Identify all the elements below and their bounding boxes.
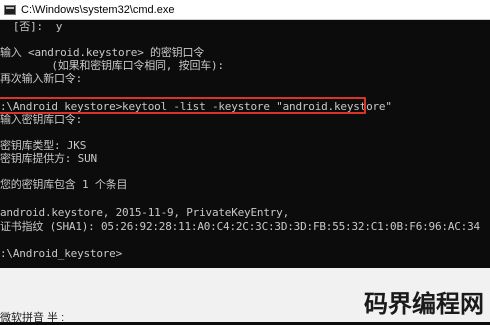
console-line: 密钥库提供方: SUN xyxy=(0,152,97,165)
window-titlebar[interactable]: C:\Windows\system32\cmd.exe xyxy=(0,0,490,20)
console-line: 输入 <android.keystore> 的密钥口令 xyxy=(0,46,205,59)
ime-status-text: 微软拼音 半 : xyxy=(0,312,65,324)
console-prompt-line: :\Android_keystore> xyxy=(0,247,123,260)
console-line: 输入密钥库口令: xyxy=(0,113,83,126)
console-line: 再次输入新口令: xyxy=(0,72,83,85)
console-line: 密钥库类型: JKS xyxy=(0,139,87,152)
console-line: 证书指纹 (SHA1): 05:26:92:28:11:A0:C4:2C:3C:… xyxy=(0,220,480,233)
command-highlight-box xyxy=(0,97,366,114)
console-line: [否]: y xyxy=(0,20,63,33)
console-line: android.keystore, 2015-11-9, PrivateKeyE… xyxy=(0,206,290,219)
watermark-text: 码界编程网 xyxy=(364,290,484,318)
window-title: C:\Windows\system32\cmd.exe xyxy=(21,3,175,16)
console-line: 您的密钥库包含 1 个条目 xyxy=(0,178,128,191)
cmd-app-icon xyxy=(4,4,16,15)
console-line: (如果和密钥库口令相同, 按回车): xyxy=(0,59,224,72)
